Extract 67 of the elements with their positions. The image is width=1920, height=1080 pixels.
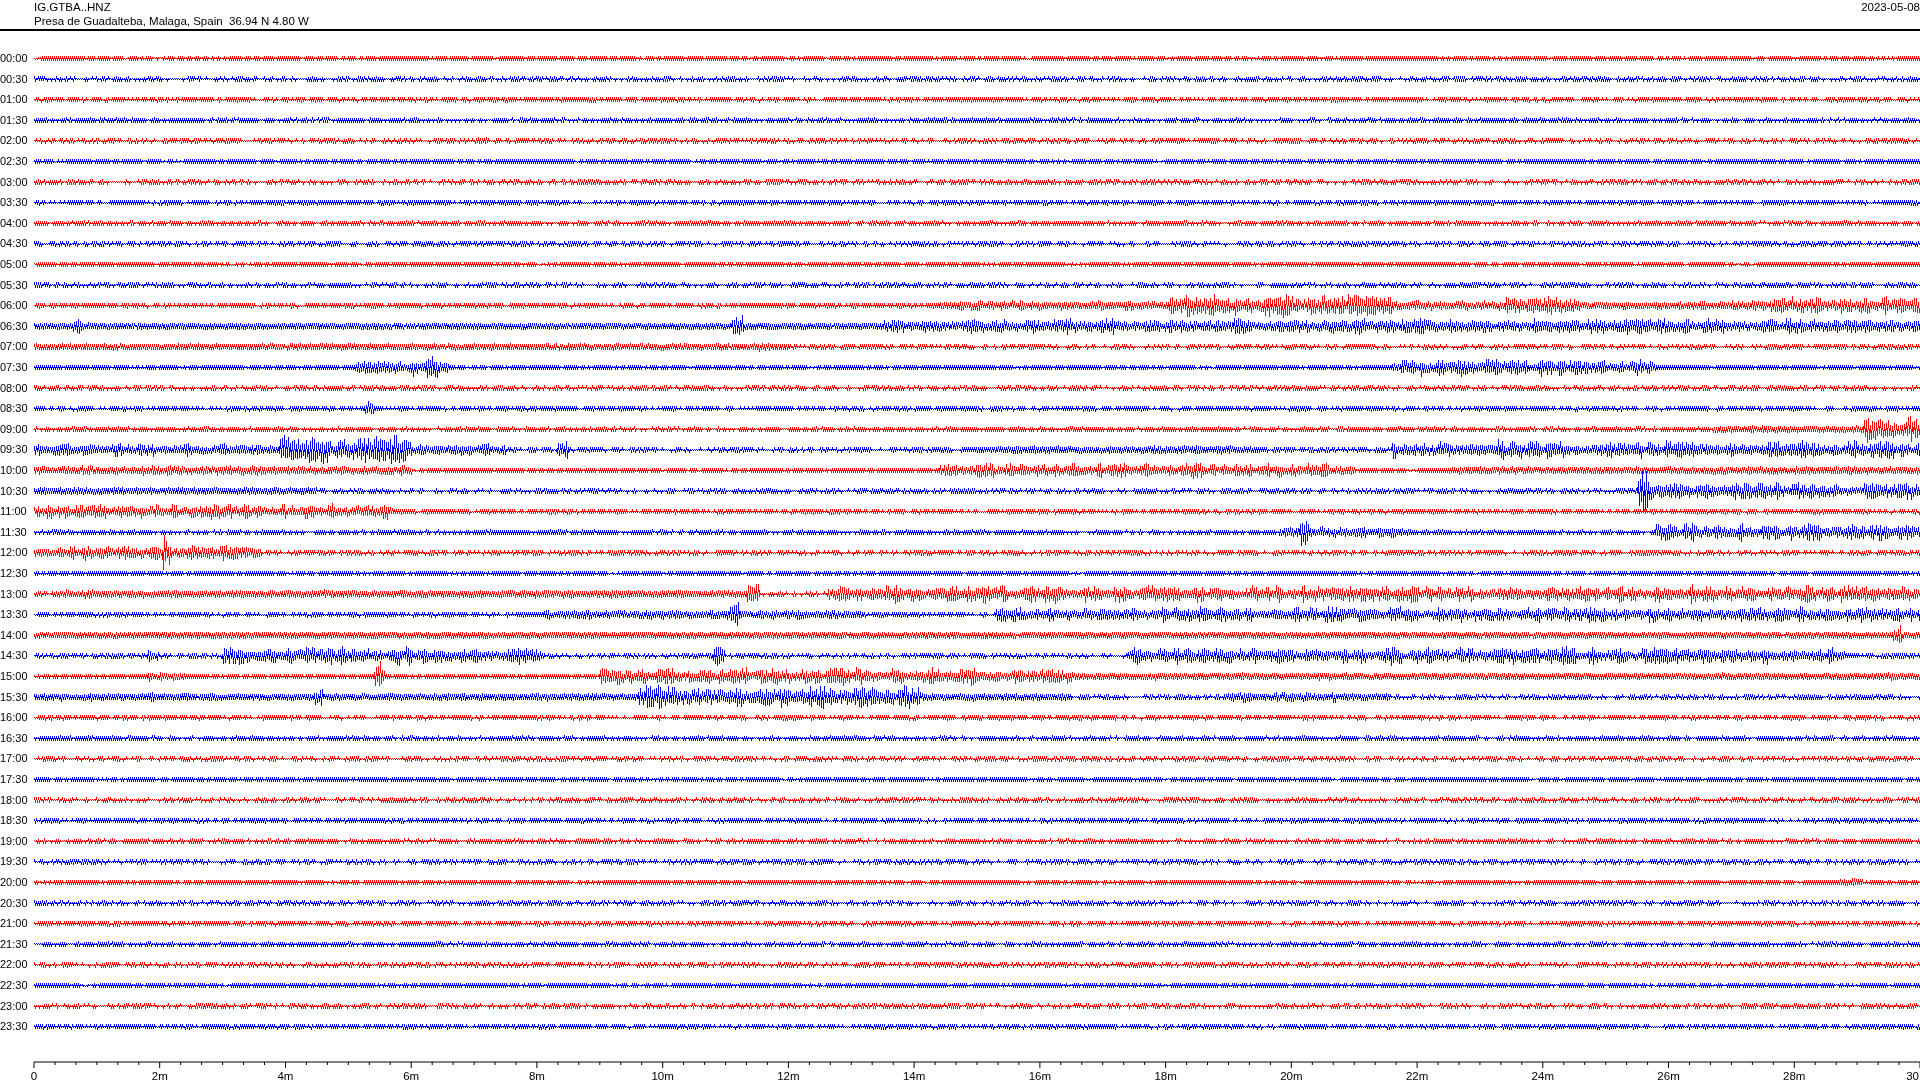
tick-label: 2m	[151, 1070, 168, 1080]
tick-label: 26m	[1657, 1070, 1680, 1080]
time-label: 20:30	[0, 896, 28, 909]
time-label: 15:30	[0, 690, 28, 703]
time-label: 17:30	[0, 773, 28, 785]
time-label: 02:00	[0, 134, 28, 147]
time-label: 07:00	[0, 340, 28, 353]
time-label: 16:30	[0, 731, 28, 744]
time-label: 19:00	[0, 834, 28, 847]
time-label: 04:30	[0, 237, 28, 250]
time-label: 00:30	[0, 72, 28, 85]
time-label: 20:00	[0, 876, 28, 888]
time-label: 03:00	[0, 175, 28, 188]
time-label: 13:00	[0, 587, 28, 600]
time-label: 09:30	[0, 443, 28, 456]
tick-label: 22m	[1405, 1070, 1429, 1080]
date-label: 2023-05-08	[1861, 0, 1920, 14]
time-label: 18:30	[0, 814, 28, 827]
time-label: 03:30	[0, 196, 28, 209]
time-label: 23:00	[0, 999, 28, 1012]
time-label: 01:30	[0, 113, 28, 126]
time-label: 14:00	[0, 628, 28, 641]
tick-label: 14m	[902, 1070, 926, 1080]
time-label: 07:30	[0, 361, 28, 373]
time-label: 06:30	[0, 319, 28, 332]
time-label: 19:30	[0, 855, 28, 868]
time-label: 11:00	[0, 505, 27, 518]
tick-label: 24m	[1531, 1070, 1554, 1080]
time-label: 10:00	[0, 464, 28, 476]
time-label: 16:00	[0, 711, 28, 724]
time-label: 14:30	[0, 649, 28, 662]
time-label: 23:30	[0, 1020, 28, 1033]
time-label: 09:00	[0, 422, 28, 435]
time-label: 13:30	[0, 608, 28, 621]
time-label: 12:30	[0, 567, 28, 579]
tick-label: 8m	[528, 1070, 545, 1080]
time-label: 08:30	[0, 402, 28, 415]
tick-label: 0	[30, 1070, 38, 1080]
time-label: 17:00	[0, 752, 28, 765]
time-label: 05:30	[0, 278, 28, 291]
station-code: IG.GTBA..HNZ	[34, 0, 112, 14]
time-label: 08:00	[0, 381, 28, 394]
tick-label: 16m	[1028, 1070, 1052, 1080]
time-label: 05:00	[0, 258, 28, 270]
time-label: 21:00	[0, 917, 28, 930]
tick-label: 20m	[1280, 1070, 1303, 1080]
tick-label: 12m	[777, 1070, 800, 1080]
tick-label: 6m	[403, 1070, 420, 1080]
tick-label: 28m	[1783, 1070, 1806, 1080]
time-label: 22:30	[0, 979, 28, 991]
time-label: 12:00	[0, 546, 28, 559]
time-label: 22:00	[0, 958, 28, 971]
time-label: 02:30	[0, 155, 28, 167]
station-location: Presa de Guadalteba, Malaga, Spain 36.94 N 4.80 W	[34, 14, 309, 28]
time-label: 04:00	[0, 216, 28, 229]
time-label: 11:30	[0, 525, 27, 538]
time-label: 15:00	[0, 670, 28, 682]
time-label: 00:00	[0, 52, 28, 64]
tick-label: 18m	[1154, 1070, 1177, 1080]
time-label: 06:00	[0, 299, 28, 312]
time-label: 10:30	[0, 484, 28, 497]
tick-label: 10m	[651, 1070, 674, 1080]
tick-label: 30	[1906, 1070, 1919, 1080]
time-label: 01:00	[0, 93, 28, 106]
time-label: 18:00	[0, 793, 28, 806]
time-label: 21:30	[0, 937, 28, 950]
tick-label: 4m	[277, 1070, 294, 1080]
